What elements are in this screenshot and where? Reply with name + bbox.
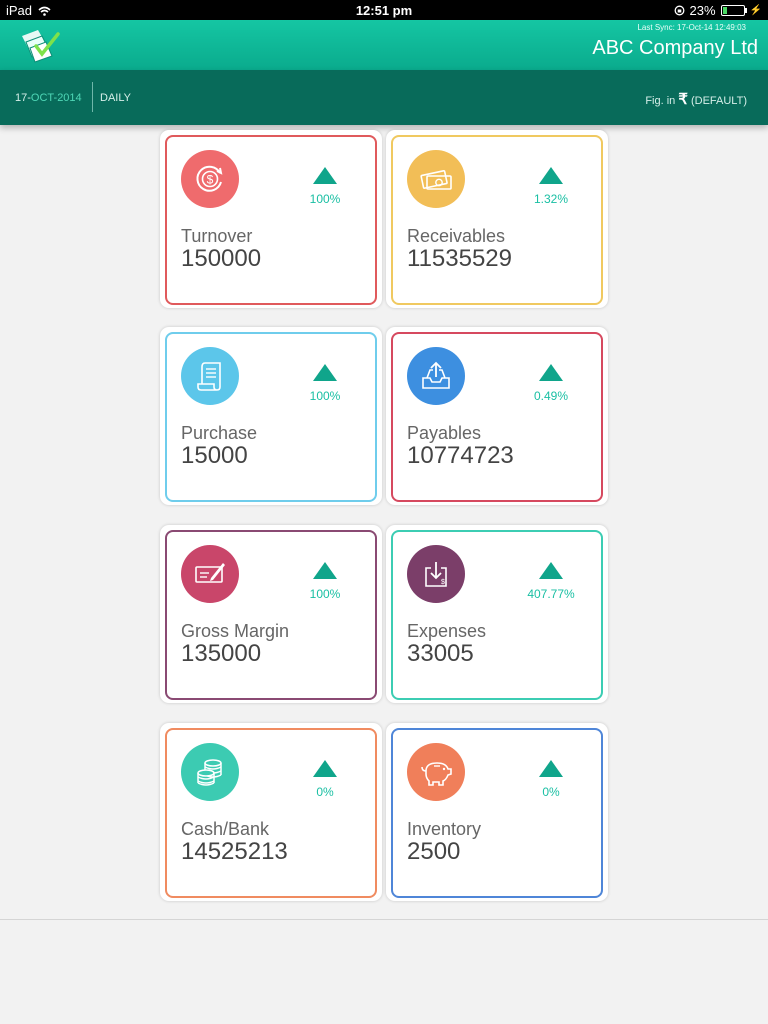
card-border: $ 407.77% Expenses 33005 [391,530,603,700]
download-tray-icon: $ [425,562,447,587]
card-change-percent: 0% [316,785,334,799]
card-change-percent: 100% [309,389,341,403]
card-border: 100% Gross Margin 135000 [165,530,377,700]
card-value: 14525213 [181,838,288,865]
card-icon-circle [407,150,465,208]
card-icon-circle: $ [181,150,239,208]
card-icon-circle [181,743,239,801]
card-turnover[interactable]: $ 100% Turnover 150000 [160,130,382,308]
card-change-percent: 407.77% [527,587,575,601]
card-label: Turnover [181,226,253,246]
dollar-refresh-icon: $ [196,165,223,192]
rotation-lock-icon [674,5,684,16]
card-change-percent: 0% [542,785,560,799]
currency-unit-selector[interactable]: Fig. in ₹ (DEFAULT) [645,90,747,108]
status-bar: iPad 12:51 pm 23% ⚡ [0,0,768,20]
cheque-icon [195,563,225,583]
card-receivables[interactable]: 1.32% Receivables 11535529 [386,130,608,308]
date-month: OCT [30,92,54,104]
card-payables[interactable]: 0.49% Payables 10774723 [386,327,608,505]
cash-money-icon [420,170,452,190]
card-label: Purchase [181,423,258,443]
trend-up-icon [313,562,337,579]
card-value: 15000 [181,442,248,469]
charging-icon: ⚡ [749,5,762,16]
svg-text:$: $ [207,173,214,187]
bottom-divider [0,919,768,920]
date-selector[interactable]: 17-OCT-2014 [15,92,82,104]
card-border: 1.32% Receivables 11535529 [391,135,603,305]
card-border: 0% Cash/Bank 14525213 [165,728,377,898]
app-header: Last Sync: 17-Oct-14 12:49:03 ABC Compan… [0,20,768,70]
card-change-percent: 100% [309,192,341,206]
card-change-percent: 100% [309,587,341,601]
date-year: -2014 [53,92,82,104]
outbox-upload-icon [422,361,450,389]
card-border: 0.49% Payables 10774723 [391,332,603,502]
rupee-icon: ₹ [678,91,688,108]
trend-up-icon [313,364,337,381]
card-icon-circle [181,347,239,405]
card-change-percent: 0.49% [533,389,569,403]
battery-percent: 23% [689,3,716,18]
divider [92,82,93,112]
card-label: Payables [407,423,482,443]
card-inventory[interactable]: 0% Inventory 2500 [386,723,608,901]
card-icon-circle [181,545,239,603]
card-label: Gross Margin [181,621,290,641]
card-value: 150000 [181,245,262,272]
piggy-bank-icon [421,762,452,786]
card-border: $ 100% Turnover 150000 [165,135,377,305]
trend-up-icon [539,760,563,777]
card-icon-circle [407,743,465,801]
receipt-icon [197,362,221,391]
card-label: Inventory [407,819,482,839]
date-day: 17- [15,92,31,104]
card-label: Expenses [407,621,487,641]
trend-up-icon [539,364,563,381]
app-logo-icon[interactable] [16,24,62,66]
filter-bar: 17-OCT-2014 DAILY Fig. in ₹ (DEFAULT) [0,70,768,125]
card-label: Receivables [407,226,506,246]
coins-stack-icon [197,759,222,786]
fig-label: Fig. in [645,95,676,107]
card-cash-bank[interactable]: 0% Cash/Bank 14525213 [160,723,382,901]
trend-up-icon [313,760,337,777]
card-change-percent: 1.32% [533,192,569,206]
card-label: Cash/Bank [181,819,270,839]
card-value: 10774723 [407,442,514,469]
trend-up-icon [539,562,563,579]
card-border: 0% Inventory 2500 [391,728,603,898]
trend-up-icon [313,167,337,184]
card-value: 33005 [407,640,474,667]
card-icon-circle: $ [407,545,465,603]
fig-unit: (DEFAULT) [690,95,747,107]
card-value: 11535529 [407,245,512,272]
last-sync-text: Last Sync: 17-Oct-14 12:49:03 [637,23,746,32]
card-expenses[interactable]: $ 407.77% Expenses 33005 [386,525,608,703]
card-purchase[interactable]: 100% Purchase 15000 [160,327,382,505]
status-time: 12:51 pm [355,3,413,18]
card-value: 135000 [181,640,262,667]
card-gross-margin[interactable]: 100% Gross Margin 135000 [160,525,382,703]
battery-icon [720,5,747,16]
period-selector[interactable]: DAILY [100,92,131,104]
company-name[interactable]: ABC Company Ltd [592,37,758,60]
card-icon-circle [407,347,465,405]
svg-text:$: $ [441,579,445,586]
trend-up-icon [539,167,563,184]
card-value: 2500 [407,838,461,865]
card-border: 100% Purchase 15000 [165,332,377,502]
